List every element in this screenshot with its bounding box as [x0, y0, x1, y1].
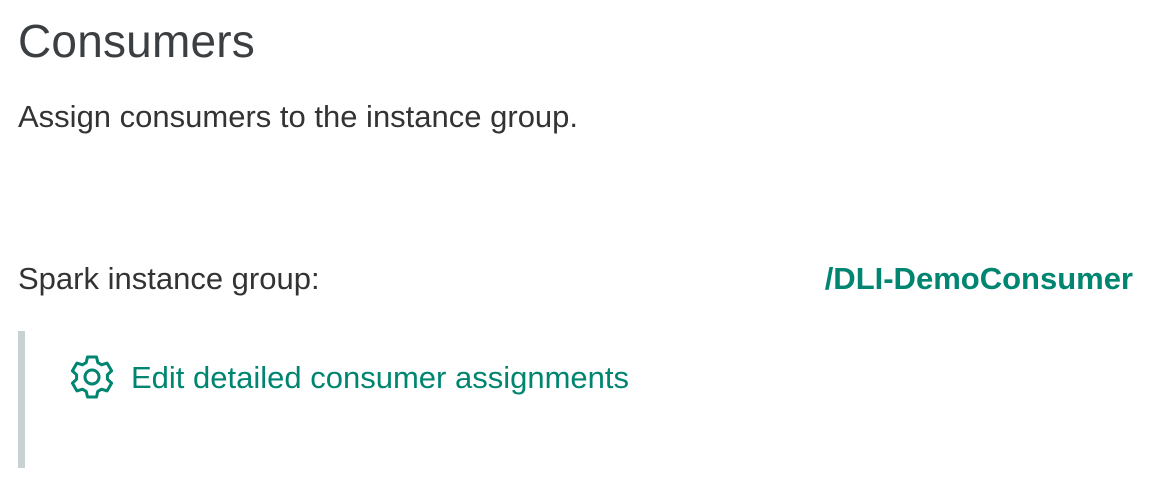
page-description: Assign consumers to the instance group.: [18, 99, 579, 134]
instance-group-label: Spark instance group:: [18, 261, 320, 296]
instance-group-row: Spark instance group: /DLI-DemoConsumer: [18, 258, 1133, 300]
page-title: Consumers: [18, 15, 255, 67]
instance-group-value: /DLI-DemoConsumer: [824, 261, 1133, 296]
consumer-assignment-panel: Edit detailed consumer assignments: [18, 331, 629, 468]
edit-consumer-assignments-label[interactable]: Edit detailed consumer assignments: [131, 359, 629, 397]
edit-consumer-assignments-link[interactable]: Edit detailed consumer assignments: [67, 353, 629, 403]
gear-icon[interactable]: [67, 353, 117, 403]
